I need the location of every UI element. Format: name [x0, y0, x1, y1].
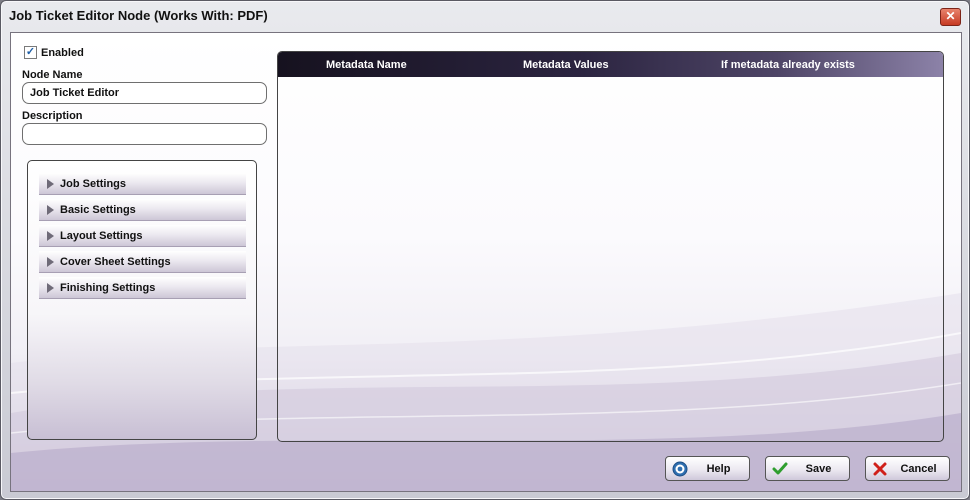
- title-bar: Job Ticket Editor Node (Works With: PDF)…: [1, 1, 969, 31]
- close-button[interactable]: ✕: [940, 8, 961, 26]
- section-label: Job Settings: [60, 177, 127, 190]
- enabled-label: Enabled: [41, 46, 84, 59]
- description-input[interactable]: [22, 123, 267, 145]
- metadata-table: Metadata Name Metadata Values If metadat…: [277, 51, 944, 442]
- section-label: Basic Settings: [60, 203, 136, 216]
- triangle-right-icon: [47, 230, 54, 241]
- description-label: Description: [22, 110, 83, 122]
- window-title: Job Ticket Editor Node (Works With: PDF): [9, 8, 268, 23]
- dialog-body: ✓ Enabled Node Name Job Ticket Editor De…: [10, 32, 962, 492]
- checkmark-icon: ✓: [25, 46, 36, 58]
- triangle-right-icon: [47, 256, 54, 267]
- section-label: Cover Sheet Settings: [60, 255, 171, 268]
- settings-panel: Job Settings Basic Settings Layout Setti…: [27, 160, 257, 440]
- dialog-window: Job Ticket Editor Node (Works With: PDF)…: [0, 0, 970, 500]
- section-basic-settings[interactable]: Basic Settings: [39, 199, 246, 221]
- triangle-right-icon: [47, 282, 54, 293]
- table-header: Metadata Name Metadata Values If metadat…: [278, 52, 943, 77]
- section-label: Layout Settings: [60, 229, 143, 242]
- cancel-button-label: Cancel: [900, 462, 937, 475]
- column-header-metadata-name[interactable]: Metadata Name: [326, 59, 407, 71]
- enabled-row: ✓ Enabled: [24, 46, 84, 59]
- close-icon: ✕: [945, 9, 956, 23]
- help-button[interactable]: Help: [665, 456, 750, 481]
- enabled-checkbox[interactable]: ✓: [24, 46, 37, 59]
- column-header-metadata-values[interactable]: Metadata Values: [523, 59, 609, 71]
- column-header-if-exists[interactable]: If metadata already exists: [721, 59, 855, 71]
- save-button[interactable]: Save: [765, 456, 850, 481]
- section-job-settings[interactable]: Job Settings: [39, 173, 246, 195]
- node-name-input[interactable]: Job Ticket Editor: [22, 82, 267, 104]
- save-button-label: Save: [805, 462, 832, 475]
- section-cover-sheet-settings[interactable]: Cover Sheet Settings: [39, 251, 246, 273]
- triangle-right-icon: [47, 178, 54, 189]
- cancel-button[interactable]: Cancel: [865, 456, 950, 481]
- section-finishing-settings[interactable]: Finishing Settings: [39, 277, 246, 299]
- help-button-label: Help: [706, 462, 731, 475]
- section-layout-settings[interactable]: Layout Settings: [39, 225, 246, 247]
- section-label: Finishing Settings: [60, 281, 156, 294]
- node-name-label: Node Name: [22, 69, 83, 81]
- triangle-right-icon: [47, 204, 54, 215]
